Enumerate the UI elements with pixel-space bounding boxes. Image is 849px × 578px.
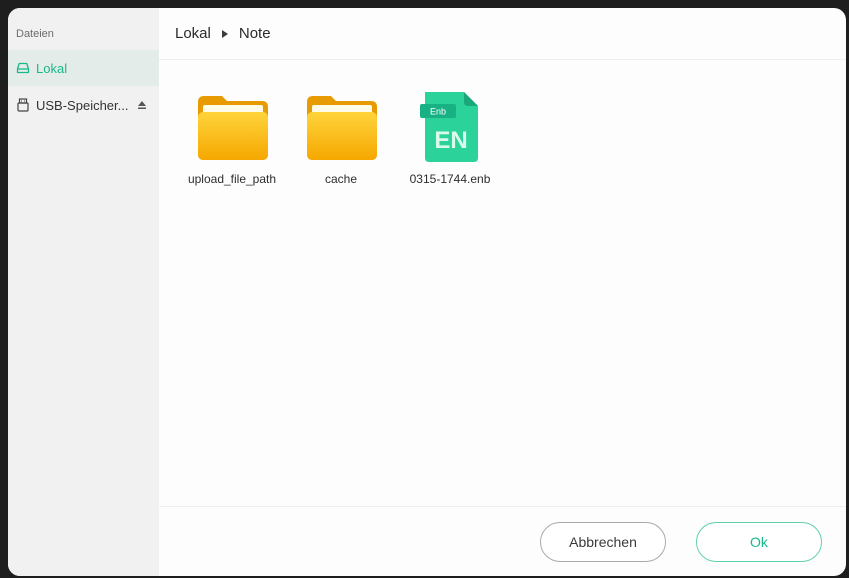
file-grid: upload_file_path cache Enb EN 0315-1744.… — [159, 60, 846, 506]
drive-icon — [16, 62, 30, 74]
breadcrumb: Lokal Note — [159, 8, 846, 60]
enb-glyph-text: EN — [434, 127, 467, 154]
folder-icon — [307, 96, 377, 160]
sidebar-item-usb[interactable]: USB-Speicher... — [8, 87, 159, 123]
sidebar-item-label: USB-Speicher... — [36, 97, 129, 113]
eject-icon[interactable] — [136, 99, 148, 111]
breadcrumb-item-lokal[interactable]: Lokal — [175, 25, 211, 42]
ok-button[interactable]: Ok — [696, 522, 822, 562]
sidebar-title: Dateien — [16, 28, 54, 40]
file-browser: Lokal Note upload_file_path cache Enb EN… — [159, 8, 846, 576]
file-item-cache[interactable]: cache — [286, 88, 396, 186]
file-picker-dialog: Dateien Lokal USB-Speicher... Lokal Note… — [8, 8, 846, 576]
sidebar-item-label: Lokal — [36, 60, 68, 76]
file-name: 0315-1744.enb — [409, 172, 491, 186]
triangle-right-icon — [217, 26, 233, 42]
cancel-button[interactable]: Abbrechen — [540, 522, 666, 562]
file-item-0315-1744-enb[interactable]: Enb EN 0315-1744.enb — [395, 88, 505, 186]
file-name: upload_file_path — [187, 172, 277, 186]
dialog-footer: Abbrechen Ok — [159, 506, 846, 576]
breadcrumb-item-note[interactable]: Note — [239, 25, 271, 42]
file-item-upload-file-path[interactable]: upload_file_path — [177, 88, 287, 186]
sidebar-item-lokal[interactable]: Lokal — [8, 50, 159, 86]
usb-drive-icon — [17, 98, 29, 112]
folder-icon — [198, 96, 268, 160]
enb-file-icon: Enb EN — [420, 92, 478, 162]
file-name: cache — [324, 172, 358, 186]
sidebar: Dateien Lokal USB-Speicher... — [8, 8, 159, 576]
enb-badge-text: Enb — [430, 107, 446, 117]
